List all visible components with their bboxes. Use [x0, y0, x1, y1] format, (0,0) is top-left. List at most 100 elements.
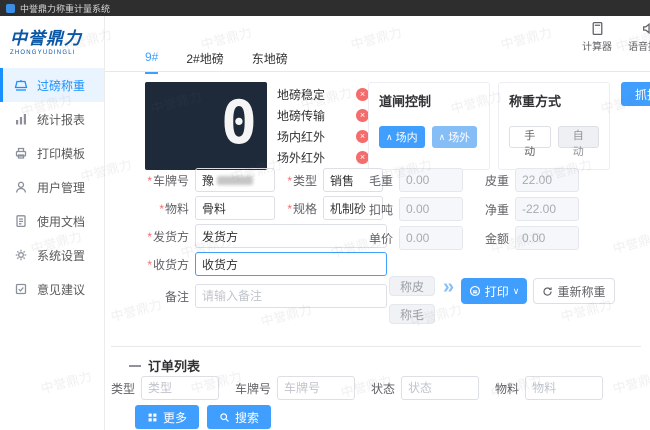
user-icon — [15, 181, 27, 193]
sidebar-item-docs[interactable]: 使用文档 — [0, 204, 104, 238]
weight-readout: 0 — [220, 88, 257, 158]
printer-icon — [15, 147, 27, 159]
type-label: *类型 — [287, 173, 317, 188]
voice-broadcast-tool[interactable]: 语音播报 — [628, 21, 650, 53]
window-titlebar: 中誉鼎力称重计量系统 — [0, 0, 650, 16]
grid-icon — [148, 413, 157, 421]
filter-plate-input[interactable] — [277, 376, 356, 400]
orders-title: 订单列表 — [148, 359, 201, 374]
sidebar-item-label: 打印模板 — [37, 146, 86, 161]
deduct-label: 扣吨 — [368, 202, 393, 217]
sidebar-item-print-templates[interactable]: 打印模板 — [0, 136, 104, 170]
net-value: -22.00 — [515, 197, 579, 221]
auto-mode-button[interactable]: 自动 — [557, 126, 599, 158]
sender-input[interactable] — [195, 224, 387, 248]
net-label: 净重 — [484, 202, 509, 217]
feedback-icon — [15, 283, 27, 295]
chevron-up-icon: ∧ — [438, 131, 446, 142]
caret-down-icon: ∨ — [512, 285, 520, 296]
orders-header: 订单列表 — [129, 356, 200, 375]
sidebar-item-reports[interactable]: 统计报表 — [0, 102, 104, 136]
gross-value: 0.00 — [399, 168, 463, 192]
sidebar: 中誉鼎力 ZHONGYUDINGLI 过磅称重 统计报表 打印模板 用户管理 使… — [0, 16, 105, 430]
tool-label: 计算器 — [582, 42, 612, 53]
weight-led-display: 0 — [145, 82, 267, 170]
brand-name: 中誉鼎力 — [10, 29, 82, 48]
material-label: *物料 — [159, 201, 189, 216]
filter-status: 状态 — [371, 376, 480, 400]
filter-type-input[interactable] — [141, 376, 220, 400]
plate-input[interactable]: 豫 — [195, 168, 275, 192]
sidebar-item-label: 意见建议 — [37, 282, 86, 297]
collapse-dash-icon[interactable] — [129, 364, 141, 367]
brand-logo: 中誉鼎力 ZHONGYUDINGLI — [0, 16, 104, 60]
more-button[interactable]: 更多 — [135, 405, 200, 429]
sidebar-item-feedback[interactable]: 意见建议 — [0, 272, 104, 306]
app-window: 中誉鼎力称重计量系统 中誉鼎力 ZHONGYUDINGLI 过磅称重 统计报表 … — [0, 0, 650, 430]
filter-type: 类型 — [111, 376, 220, 400]
calculator-tool[interactable]: 计算器 — [582, 21, 612, 53]
weigh-mode-panel: 称重方式 手动 自动 — [498, 82, 610, 170]
section-divider — [111, 346, 641, 347]
status-row-scale-stable: 地磅稳定 × — [277, 84, 369, 105]
orders-filters: 类型 车牌号 状态 物料 — [111, 376, 619, 400]
calculator-icon — [592, 21, 602, 36]
filter-status-input[interactable] — [401, 376, 480, 400]
gate-inside-button[interactable]: ∧ 场内 — [379, 126, 425, 148]
sidebar-item-label: 统计报表 — [37, 112, 86, 127]
chevron-up-icon: ∧ — [386, 131, 393, 142]
weigh-gross-button[interactable]: 称毛 — [389, 304, 435, 324]
weigh-tare-button[interactable]: 称皮 — [389, 276, 435, 296]
speaker-icon — [642, 22, 650, 35]
price-label: 单价 — [368, 231, 393, 246]
sidebar-item-settings[interactable]: 系统设置 — [0, 238, 104, 272]
sidebar-item-label: 用户管理 — [37, 180, 86, 195]
remark-input[interactable] — [195, 284, 387, 308]
tabs-divider — [105, 71, 650, 72]
sidebar-item-label: 过磅称重 — [37, 78, 86, 93]
gate-control-title: 道闸控制 — [379, 94, 432, 109]
search-button[interactable]: 搜索 — [207, 405, 272, 429]
filter-material-input[interactable] — [525, 376, 604, 400]
status-row-outside-infrared: 场外红外 × — [277, 147, 369, 168]
print-icon — [469, 285, 480, 297]
search-icon — [220, 412, 229, 422]
receiver-input[interactable] — [195, 252, 387, 276]
amount-label: 金额 — [484, 231, 509, 246]
weight-values-panel: 毛重 0.00 皮重 22.00 扣吨 0.00 净重 -22.00 单价 0.… — [367, 168, 617, 358]
status-row-scale-transfer: 地磅传输 × — [277, 105, 369, 126]
print-button[interactable]: 打印 ∨ — [461, 278, 527, 304]
deduct-value: 0.00 — [399, 197, 463, 221]
main-content: 计算器 语音播报 9# 2#地磅 东地磅 0 地磅稳定 × 地磅传输 — [105, 16, 650, 430]
gate-control-panel: 道闸控制 ∧ 场内 ∧ 场外 — [368, 82, 490, 170]
filter-material: 物料 — [495, 376, 604, 400]
double-chevron-icon: » — [443, 276, 455, 298]
device-status-list: 地磅稳定 × 地磅传输 × 场内红外 × 场外红外 × — [277, 84, 369, 168]
reweigh-button[interactable]: 重新称重 — [533, 278, 615, 304]
amount-value: 0.00 — [515, 226, 579, 250]
gate-outside-button[interactable]: ∧ 场外 — [431, 126, 478, 148]
gear-icon — [15, 249, 27, 261]
spec-label: *规格 — [287, 201, 317, 216]
manual-mode-button[interactable]: 手动 — [509, 126, 551, 158]
plate-masked-text — [217, 175, 254, 185]
sidebar-item-label: 系统设置 — [37, 248, 86, 263]
tool-label: 语音播报 — [628, 42, 650, 53]
sidebar-item-weighing[interactable]: 过磅称重 — [0, 68, 104, 102]
receiver-label: *收货方 — [147, 257, 189, 272]
refresh-icon — [543, 286, 553, 296]
weigh-mode-title: 称重方式 — [509, 94, 562, 109]
orders-actions: 更多 搜索 — [135, 405, 272, 429]
price-value: 0.00 — [399, 226, 463, 250]
filter-plate: 车牌号 — [235, 376, 356, 400]
sender-label: *发货方 — [147, 229, 189, 244]
status-row-inside-infrared: 场内红外 × — [277, 126, 369, 147]
tare-label: 皮重 — [484, 173, 509, 188]
snapshot-button[interactable]: 抓拍 — [621, 82, 650, 106]
sidebar-item-label: 使用文档 — [37, 214, 86, 229]
app-logo-icon — [6, 3, 15, 13]
bar-chart-icon — [16, 114, 26, 125]
tare-value: 22.00 — [515, 168, 579, 192]
sidebar-item-user-management[interactable]: 用户管理 — [0, 170, 104, 204]
material-input[interactable] — [195, 196, 275, 220]
